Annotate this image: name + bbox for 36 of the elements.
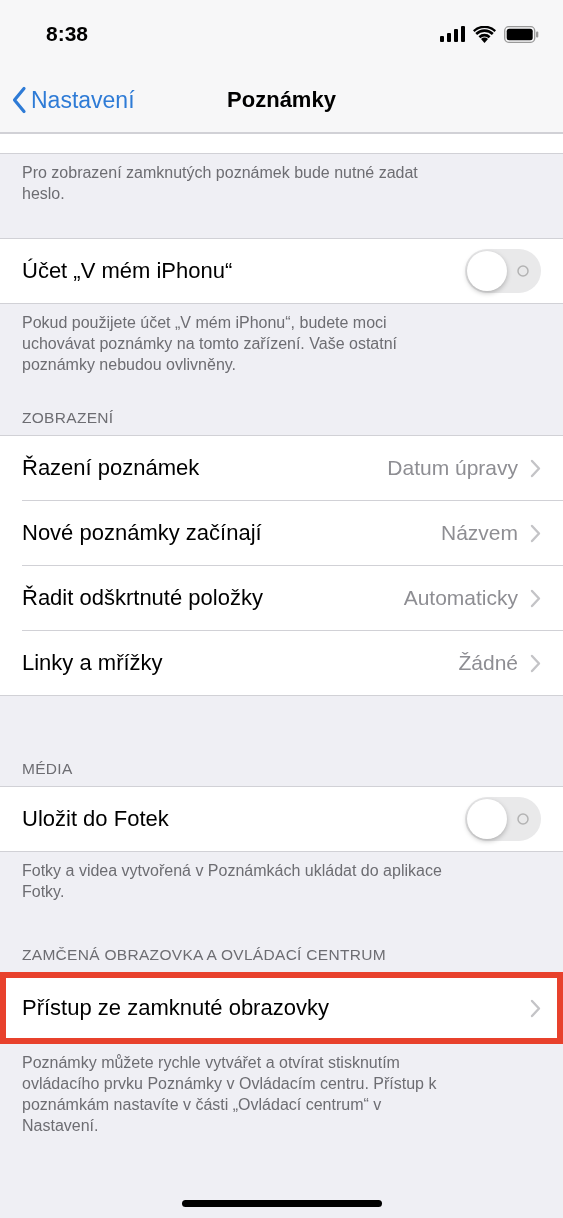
- wifi-icon: [473, 25, 496, 43]
- back-chevron-icon: [12, 86, 27, 114]
- section-footer: Pokud použijete účet „V mém iPhonu“, budete moci uchovávat poznámky na tomto zařízení. Vaše ostatní poznámky nebudou ovlivněny.: [0, 304, 480, 375]
- row-value: Názvem: [440, 521, 518, 545]
- row-label[interactable]: Řadit odškrtnuté položky: [22, 585, 263, 611]
- chevron-icon: [530, 653, 541, 673]
- row-label[interactable]: Linky a mřížky: [22, 650, 163, 676]
- row-label: Uložit do Fotek: [22, 806, 169, 832]
- section-footer: Pro zobrazení zamknutých poznámek bude nutné zadat heslo.: [0, 154, 480, 204]
- signal-icon: [440, 26, 465, 42]
- row-label[interactable]: Řazení poznámek: [22, 455, 200, 481]
- row-value: Datum úpravy: [387, 456, 518, 480]
- toggle-knob: [467, 251, 507, 291]
- toggle-switch[interactable]: [465, 249, 541, 293]
- battery-icon: [504, 25, 539, 43]
- row-value: Automaticky: [403, 586, 518, 610]
- row-value: Žádné: [458, 651, 518, 675]
- chevron-icon: [530, 523, 541, 543]
- row-label[interactable]: Přístup ze zamknuté obrazovky: [22, 995, 329, 1021]
- nav-title: Poznámky: [227, 87, 336, 113]
- section-header: ZAMČENÁ OBRAZOVKA A OVLÁDACÍ CENTRUM: [21, 946, 387, 965]
- toggle-switch[interactable]: [465, 797, 541, 841]
- chevron-icon: [530, 998, 541, 1018]
- row-label: Účet „V mém iPhonu“: [22, 258, 233, 284]
- toggle-knob: [467, 799, 507, 839]
- off-indicator-icon: [517, 813, 529, 825]
- row-label[interactable]: Nové poznámky začínají: [22, 520, 262, 546]
- status-time: 8:38: [46, 22, 89, 46]
- back-button[interactable]: Nastavení: [12, 86, 135, 114]
- section-footer: Poznámky můžete rychle vytvářet a otvírat stisknutím ovládacího prvku Poznámky v Ovládacím centru. Přístup k poznámkám nastavíte v části „Ovládací centrum“ v Nastavení.: [0, 1044, 480, 1136]
- section-header: MÉDIA: [21, 760, 74, 779]
- chevron-icon: [530, 588, 541, 608]
- chevron-icon: [530, 458, 541, 478]
- section-footer: Fotky a videa vytvořená v Poznámkách ukládat do aplikace Fotky.: [0, 852, 480, 902]
- section-header: ZOBRAZENÍ: [21, 409, 115, 428]
- off-indicator-icon: [517, 265, 529, 277]
